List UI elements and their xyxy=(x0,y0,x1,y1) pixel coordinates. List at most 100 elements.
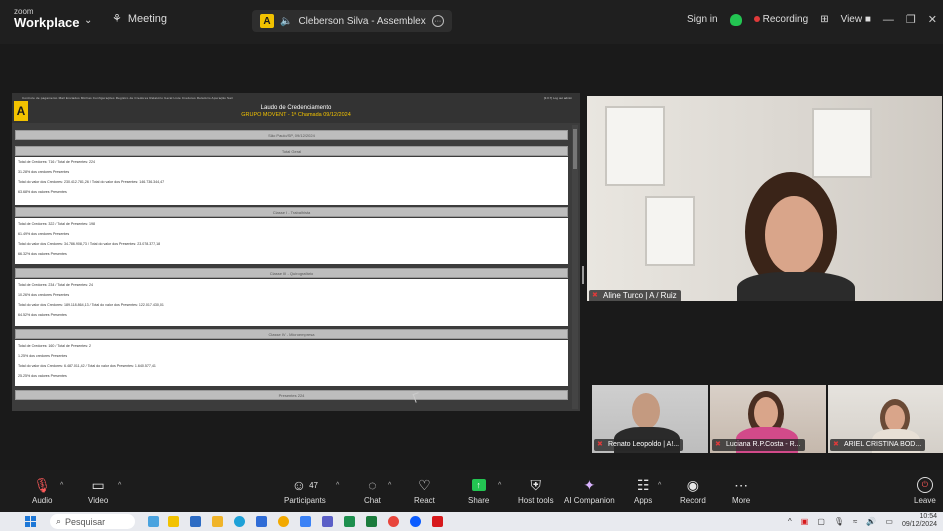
tray-app-icon[interactable]: ▣ xyxy=(801,517,809,526)
leave-button[interactable]: ⏻ Leave xyxy=(914,474,936,505)
volume-icon[interactable]: 🔊 xyxy=(866,517,876,526)
taskbar-app-icon[interactable] xyxy=(300,516,311,527)
taskbar-app-icon[interactable] xyxy=(148,516,159,527)
pdf-reader-icon[interactable] xyxy=(432,516,443,527)
tray-app-icon[interactable]: ▢ xyxy=(817,517,825,526)
meeting-label: Meeting xyxy=(127,12,168,25)
edge-browser-icon[interactable] xyxy=(234,516,245,527)
audio-options-caret[interactable]: ^ xyxy=(60,482,63,489)
share-options-caret[interactable]: ^ xyxy=(498,482,501,489)
section-line: Total do valor dos Credores: 6.487.011,4… xyxy=(18,364,156,368)
meeting-button[interactable]: ⚘ Meeting xyxy=(112,12,168,26)
more-label: More xyxy=(732,496,751,505)
video-options-caret[interactable]: ^ xyxy=(118,482,121,489)
microphone-icon[interactable]: 🎙 xyxy=(834,517,844,526)
top-right-controls: Sign in Recording ⊞ View ■ — ❐ ✕ xyxy=(687,13,937,26)
taskbar-app-icon[interactable] xyxy=(168,516,179,527)
chat-button[interactable]: ◌ Chat xyxy=(364,474,381,505)
section-title: Classe IV - Microempresa xyxy=(15,329,568,339)
app-logo-icon: A xyxy=(14,101,28,121)
section-body: Total de Credores: 716 / Total de Presen… xyxy=(15,157,568,205)
windows-taskbar: ⌕ Pesquisar ^ ▣ ▢ 🎙 ≈ 🔊 ▭ 10:54 09/12/20… xyxy=(0,512,943,531)
audio-button[interactable]: 🎙 Audio xyxy=(32,474,52,506)
chevron-down-icon[interactable]: ⌄ xyxy=(84,15,92,26)
taskbar-app-icon[interactable] xyxy=(256,516,267,527)
shared-screen[interactable]: A Controle de pagamento Mail Enviados Mi… xyxy=(12,93,580,411)
more-button[interactable]: ⋯ More xyxy=(732,474,751,506)
section-line: Total de Credores: 322 / Total de Presen… xyxy=(18,222,96,226)
video-camera-icon: ▭ xyxy=(91,476,105,493)
search-placeholder: Pesquisar xyxy=(65,516,106,527)
section-line: Total do valor dos Credores: 34.786.908,… xyxy=(18,242,161,246)
excel-icon[interactable] xyxy=(344,516,355,527)
apps-options-caret[interactable]: ^ xyxy=(658,482,661,489)
minimize-icon[interactable]: — xyxy=(883,14,894,26)
record-button[interactable]: ◉ Record xyxy=(680,474,706,506)
recording-label: Recording xyxy=(762,14,809,25)
participant-name: Luciana R.P.Costa - R... xyxy=(726,441,801,448)
section-line: Total de Credores: 234 / Total de Presen… xyxy=(18,283,94,287)
section-line: 25.25% dos valores Presentes xyxy=(18,374,67,378)
panel-resize-handle[interactable] xyxy=(582,266,584,284)
brand-large: Workplace xyxy=(14,15,80,30)
battery-icon[interactable]: ▭ xyxy=(885,517,893,526)
participant-thumbnail[interactable]: ✖ Renato Leopoldo | A!... xyxy=(592,385,708,453)
participants-options-caret[interactable]: ^ xyxy=(336,482,339,489)
windows-start-icon[interactable] xyxy=(25,516,36,527)
clock-date: 09/12/2024 xyxy=(901,521,937,528)
close-icon[interactable]: ✕ xyxy=(928,13,937,26)
taskbar-search[interactable]: ⌕ Pesquisar xyxy=(50,514,135,529)
active-speaker-video[interactable]: ✖ Aline Turco | A / Ruiz xyxy=(587,96,942,301)
restore-icon[interactable]: ❐ xyxy=(906,13,916,26)
section-body: Total de Credores: 322 / Total de Presen… xyxy=(15,218,568,264)
scrollbar-thumb[interactable] xyxy=(573,129,577,169)
mic-off-icon: ✖ xyxy=(833,441,839,448)
speaker-name: Aline Turco | A / Ruiz xyxy=(603,291,677,300)
speaker-body xyxy=(737,272,855,301)
taskbar-app-icon[interactable] xyxy=(190,516,201,527)
shared-user-text: [3.0.7] Log out admin xyxy=(543,96,572,100)
section-line: 66.32% dos valores Presentes xyxy=(18,252,67,256)
participant-name: Renato Leopoldo | A!... xyxy=(608,441,680,448)
ai-companion-button[interactable]: ✦ AI Companion xyxy=(564,474,615,506)
share-button[interactable]: ↑ Share xyxy=(468,474,489,505)
recording-indicator[interactable]: Recording xyxy=(753,14,809,25)
zoom-brand[interactable]: zoom Workplace xyxy=(14,8,80,30)
record-label: Record xyxy=(680,496,706,505)
clock[interactable]: 10:54 09/12/2024 xyxy=(902,513,937,529)
taskbar-app-icon[interactable] xyxy=(278,516,289,527)
security-shield-icon[interactable] xyxy=(729,13,742,26)
react-button[interactable]: ♡ React xyxy=(414,474,435,506)
zoom-meeting-window: zoom Workplace ⌄ ⚘ Meeting A 🔈 Cleberson… xyxy=(0,0,943,531)
file-explorer-icon[interactable] xyxy=(212,516,223,527)
chat-options-caret[interactable]: ^ xyxy=(388,482,391,489)
heart-icon: ♡ xyxy=(418,476,431,493)
screen-share-indicator[interactable]: A 🔈 Cleberson Silva - Assemblex ··· xyxy=(252,10,452,32)
zoom-app-icon[interactable] xyxy=(410,516,421,527)
ai-companion-label: AI Companion xyxy=(564,496,615,505)
tray-expand-icon[interactable]: ^ xyxy=(788,517,792,526)
section-line: 64.52% dos valores Presentes xyxy=(18,313,67,317)
host-tools-button[interactable]: ⛨ Host tools xyxy=(518,474,554,506)
more-options-icon[interactable]: ··· xyxy=(431,15,444,27)
participant-thumbnail[interactable]: ✖ ARIEL CRISTINA BOD... xyxy=(828,385,943,453)
section-line: 1.25% dos credores Presentes xyxy=(18,354,68,358)
section-line: 63.68% dos valores Presentes xyxy=(18,190,67,194)
video-button[interactable]: ▭ Video xyxy=(88,474,109,506)
mic-muted-icon: 🎙 xyxy=(33,476,52,493)
section-title: Classe III - Quirografário xyxy=(15,268,568,278)
title-bar: zoom Workplace ⌄ ⚘ Meeting A 🔈 Cleberson… xyxy=(0,0,943,44)
apps-button[interactable]: ☷ Apps xyxy=(634,474,652,506)
chrome-icon[interactable] xyxy=(388,516,399,527)
sign-in-link[interactable]: Sign in xyxy=(687,14,718,25)
view-button[interactable]: View ■ xyxy=(841,14,871,25)
participant-thumbnail[interactable]: ✖ Luciana R.P.Costa - R... xyxy=(710,385,826,453)
video-label: Video xyxy=(88,496,109,505)
wifi-icon[interactable]: ≈ xyxy=(853,517,857,526)
background-window xyxy=(645,196,695,266)
grid-icon[interactable]: ⊞ xyxy=(820,14,828,25)
shared-scrollbar[interactable] xyxy=(572,125,578,409)
teams-icon[interactable] xyxy=(322,516,333,527)
participants-button[interactable]: ☺ 47 Participants xyxy=(284,474,326,505)
taskbar-app-icon[interactable] xyxy=(366,516,377,527)
